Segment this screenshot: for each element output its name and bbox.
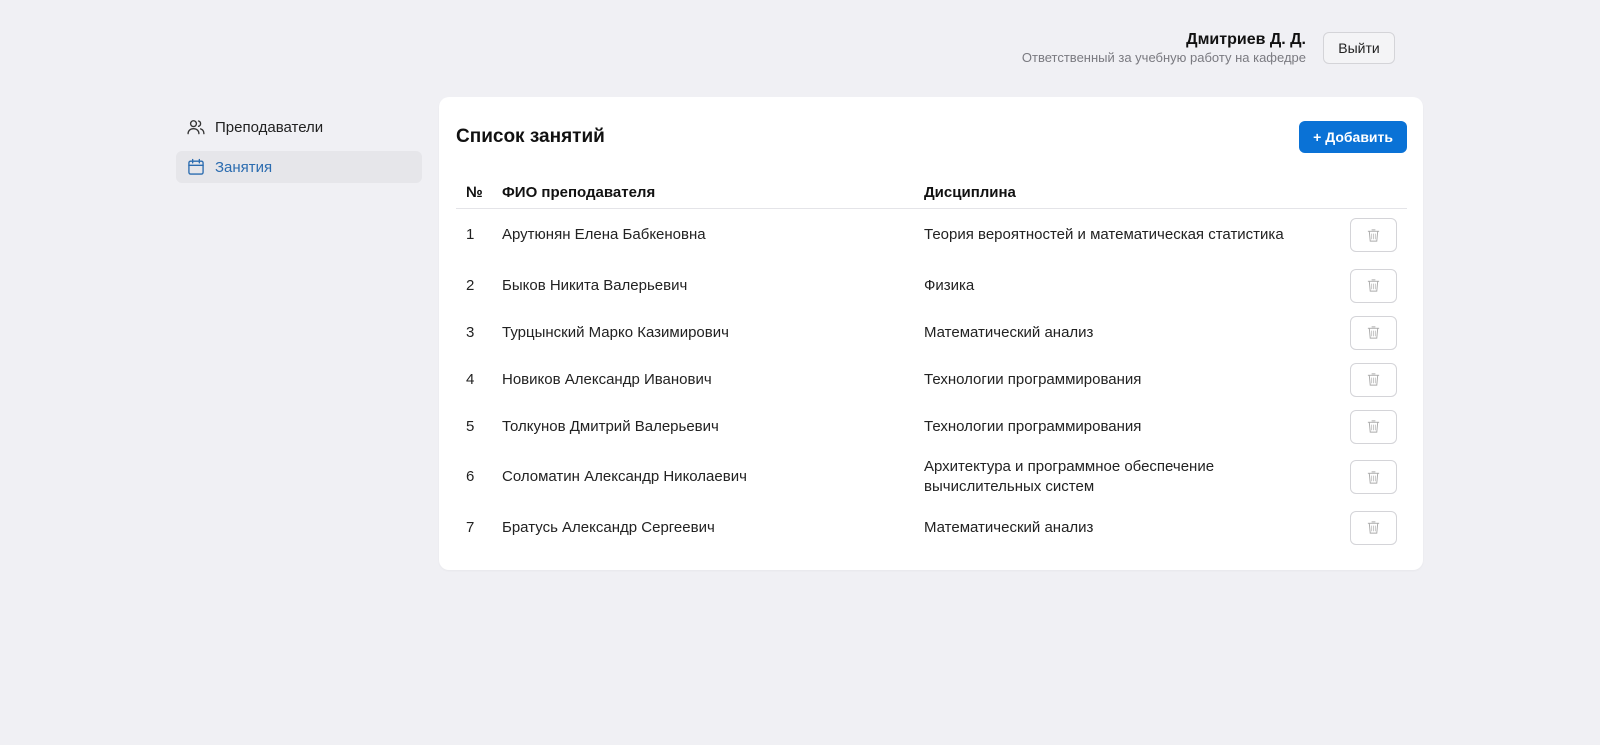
trash-icon [1367,420,1380,433]
row-num: 6 [466,468,475,485]
user-role: Ответственный за учебную работу на кафед… [1021,50,1306,65]
column-header-num: № [456,177,502,209]
header: Дмитриев Д. Д. Ответственный за учебную … [1022,30,1395,66]
row-discipline: Математический анализ [924,518,1094,536]
row-discipline: Технологии программирования [924,417,1142,435]
table-row: 4 Новиков Александр Иванович Технологии … [456,356,1407,403]
sidebar-item-label: Занятия [215,158,273,176]
row-num: 5 [466,417,475,435]
row-discipline: Архитектура и программное обеспечение вы… [924,458,1215,495]
row-teacher: Быков Никита Валерьевич [502,276,688,294]
delete-button[interactable] [1350,362,1397,397]
trash-icon [1367,229,1380,242]
row-discipline: Физика [924,276,975,294]
column-header-actions [1344,177,1407,209]
row-discipline: Теория вероятностей и математическая ста… [924,226,1284,244]
row-num: 4 [466,370,475,388]
delete-button[interactable] [1350,409,1397,444]
classes-table: № ФИО преподавателя Дисциплина 1 Арутюня… [456,177,1407,551]
row-teacher: Турцынский Марко Казимирович [502,323,729,341]
delete-button[interactable] [1350,268,1397,303]
table-row: 5 Толкунов Дмитрий Валерьевич Технологии… [456,403,1407,450]
table-row: 6 Соломатин Александр Николаевич Архитек… [456,450,1407,504]
column-header-discipline: Дисциплина [924,177,1344,209]
row-discipline: Технологии программирования [924,370,1142,388]
delete-button[interactable] [1350,218,1397,253]
row-num: 1 [466,226,475,244]
logout-button[interactable]: Выйти [1323,32,1395,64]
user-info: Дмитриев Д. Д. Ответственный за учебную … [1022,30,1306,66]
table-row: 2 Быков Никита Валерьевич Физика [456,262,1407,309]
row-teacher: Арутюнян Елена Бабкеновна [502,226,706,244]
column-header-name: ФИО преподавателя [502,177,924,209]
row-teacher: Толкунов Дмитрий Валерьевич [502,417,719,435]
trash-icon [1367,373,1380,386]
add-button[interactable]: + Добавить [1299,121,1407,153]
sidebar-item-classes[interactable]: Занятия [176,151,422,183]
row-teacher: Новиков Александр Иванович [502,370,712,388]
page-title: Список занятий [456,126,605,147]
table-row: 7 Братусь Александр Сергеевич Математиче… [456,504,1407,551]
table-header: № ФИО преподавателя Дисциплина [456,177,1407,209]
calendar-icon [188,158,204,175]
delete-button[interactable] [1350,510,1397,545]
sidebar: Преподаватели Занятия [176,111,422,191]
sidebar-item-label: Преподаватели [215,118,324,136]
classes-card: Список занятий + Добавить № ФИО преподав… [439,97,1423,570]
row-teacher: Братусь Александр Сергеевич [502,518,715,536]
table-row: 1 Арутюнян Елена Бабкеновна Теория вероя… [456,208,1407,262]
row-num: 2 [466,276,475,294]
delete-button[interactable] [1350,460,1397,494]
delete-button[interactable] [1350,315,1397,350]
trash-icon [1367,326,1380,339]
user-name: Дмитриев Д. Д. [1186,31,1306,48]
row-teacher: Соломатин Александр Николаевич [502,468,747,485]
row-discipline: Математический анализ [924,323,1094,341]
row-num: 7 [466,518,475,536]
sidebar-item-teachers[interactable]: Преподаватели [176,111,422,143]
row-num: 3 [466,323,475,341]
table-row: 3 Турцынский Марко Казимирович Математич… [456,309,1407,356]
trash-icon [1367,521,1380,534]
trash-icon [1367,470,1380,484]
trash-icon [1367,279,1380,292]
users-icon [187,120,205,135]
